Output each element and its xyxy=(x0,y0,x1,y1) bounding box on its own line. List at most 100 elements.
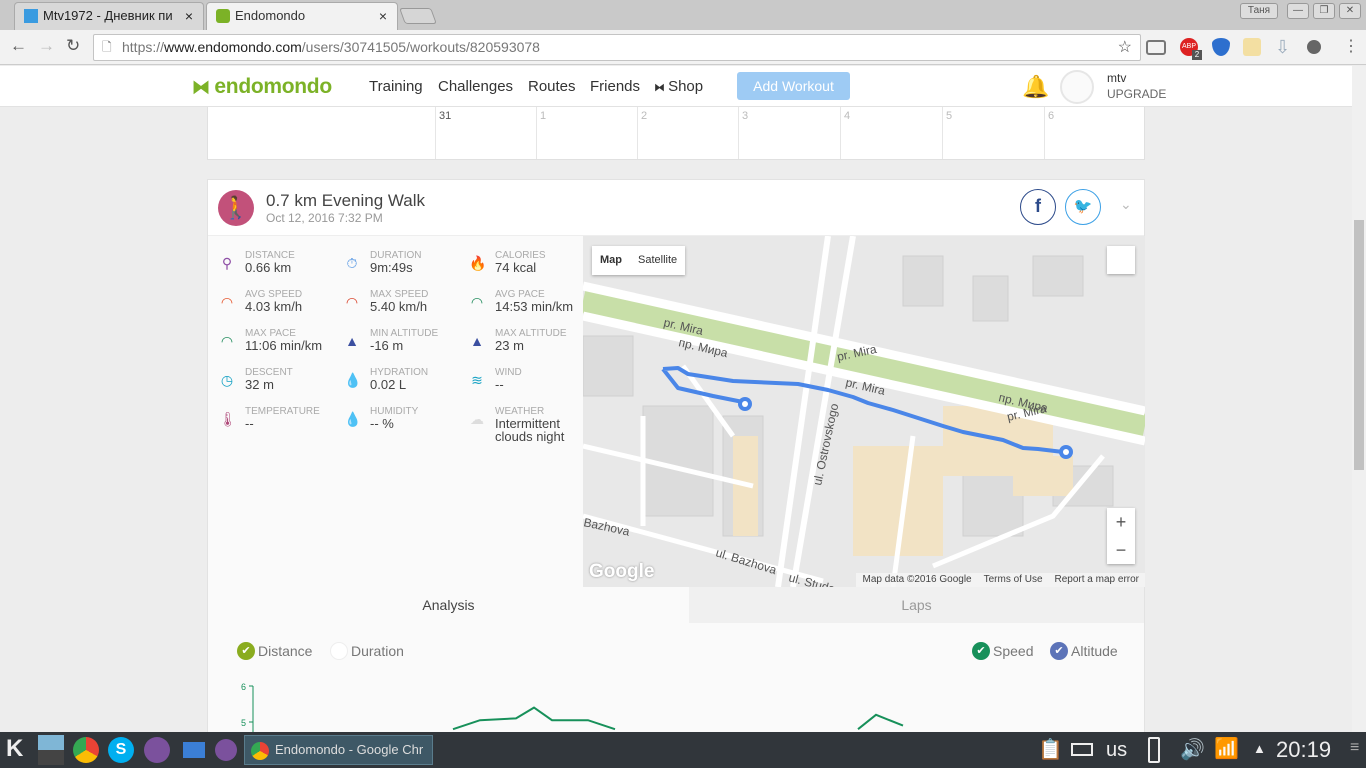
speed-toggle[interactable]: ✔ Speed xyxy=(972,642,1033,660)
altitude-toggle[interactable]: ✔ Altitude xyxy=(1050,642,1118,660)
nav-training[interactable]: Training xyxy=(369,78,423,95)
chevron-down-icon[interactable]: ⌄ xyxy=(1120,196,1132,213)
notifications-bell-icon[interactable]: 🔔 xyxy=(1022,74,1049,100)
x-axis-duration-radio[interactable]: Duration xyxy=(330,642,404,660)
stat-value: -- % xyxy=(370,416,394,431)
desktop-pager-icon[interactable] xyxy=(38,735,64,765)
workout-date: Oct 12, 2016 7:32 PM xyxy=(266,211,383,225)
tab-laps[interactable]: Laps xyxy=(689,587,1144,623)
adblock-icon[interactable]: ABP 2 xyxy=(1180,38,1202,60)
new-tab-button[interactable] xyxy=(399,8,437,24)
map-type-satellite-button[interactable]: Satellite xyxy=(630,246,685,275)
forward-icon[interactable]: → xyxy=(38,36,55,56)
url-scheme: https:// xyxy=(122,39,165,55)
extension-icon[interactable] xyxy=(1243,38,1261,56)
menu-icon[interactable]: ⋮ xyxy=(1342,38,1360,56)
endomondo-logo[interactable]: ⧓ endomondo xyxy=(192,75,332,99)
report-error-link[interactable]: Report a map error xyxy=(1055,573,1139,587)
stat-value: 9m:49s xyxy=(370,260,413,275)
stat-value: 4.03 km/h xyxy=(245,299,303,314)
reload-icon[interactable]: ↻ xyxy=(66,36,80,56)
workout-header: 🚶 0.7 km Evening Walk Oct 12, 2016 7:32 … xyxy=(208,180,1144,236)
calendar-day[interactable]: 6 xyxy=(1044,107,1145,159)
map-canvas[interactable]: pr. Mira пр. Мира pr. Mira pr. Mira пр. … xyxy=(583,236,1145,587)
nav-shop-label: Shop xyxy=(668,78,704,95)
taskbar-window-chrome[interactable]: Endomondo - Google Chr xyxy=(244,735,433,765)
clock[interactable]: 20:19 xyxy=(1276,737,1331,763)
browser-tab-diary[interactable]: Mtv1972 - Дневник пи × xyxy=(14,2,204,30)
tab-analysis[interactable]: Analysis xyxy=(208,587,689,623)
calendar-day[interactable]: 5 xyxy=(942,107,1044,159)
upgrade-link[interactable]: UPGRADE xyxy=(1107,87,1166,101)
pace-icon: ◠ xyxy=(470,294,484,310)
distance-icon: ⚲ xyxy=(221,255,233,271)
bookmark-star-icon[interactable]: ☆ xyxy=(1118,35,1132,60)
map-type-map-button[interactable]: Map xyxy=(592,246,630,275)
download-icon[interactable]: ⇩ xyxy=(1275,38,1293,56)
wifi-icon[interactable]: 📶 xyxy=(1214,736,1239,761)
calendar-day[interactable]: 3 xyxy=(738,107,840,159)
mail-icon[interactable] xyxy=(183,742,205,758)
nav-friends[interactable]: Friends xyxy=(590,78,640,95)
adblock-badge: 2 xyxy=(1192,50,1202,60)
address-bar[interactable]: 🗋 https://www.endomondo.com/users/307415… xyxy=(93,34,1141,61)
kde-menu-icon[interactable]: K xyxy=(6,735,23,763)
skype-icon[interactable]: S xyxy=(108,737,134,763)
close-tab-icon[interactable]: × xyxy=(379,3,387,29)
nav-routes[interactable]: Routes xyxy=(528,78,576,95)
device-notifier-icon[interactable] xyxy=(1148,737,1160,763)
option-label: Distance xyxy=(258,643,313,659)
viber-icon[interactable] xyxy=(144,737,170,763)
stat-value: 32 m xyxy=(245,377,274,392)
calendar-day[interactable]: 4 xyxy=(840,107,942,159)
endomondo-favicon-icon xyxy=(216,9,230,23)
workout-card: 🚶 0.7 km Evening Walk Oct 12, 2016 7:32 … xyxy=(207,179,1145,740)
battery-icon[interactable] xyxy=(1071,743,1093,756)
terms-link[interactable]: Terms of Use xyxy=(984,573,1043,587)
facebook-share-button[interactable]: f xyxy=(1020,189,1056,225)
stat-value: 11:06 min/km xyxy=(245,338,323,353)
site-header: ⧓ endomondo Training Challenges Routes F… xyxy=(0,66,1352,107)
avatar[interactable] xyxy=(1060,70,1094,104)
route-map[interactable]: pr. Mira пр. Мира pr. Mira pr. Mira пр. … xyxy=(583,236,1145,587)
stat-value: 74 kcal xyxy=(495,260,537,275)
keyboard-layout[interactable]: us xyxy=(1106,739,1127,762)
twitter-share-button[interactable]: 🐦 xyxy=(1065,189,1101,225)
humidity-icon: 💧 xyxy=(344,411,362,427)
add-workout-button[interactable]: Add Workout xyxy=(737,72,850,100)
calendar-day[interactable]: 2 xyxy=(637,107,739,159)
volume-icon[interactable]: 🔊 xyxy=(1180,737,1205,762)
scrollbar-thumb[interactable] xyxy=(1354,220,1364,470)
username[interactable]: mtv xyxy=(1107,71,1126,85)
close-tab-icon[interactable]: × xyxy=(185,3,193,29)
y-tick-label: 5 xyxy=(241,718,246,728)
calendar-day[interactable]: 1 xyxy=(536,107,638,159)
viber-icon[interactable] xyxy=(215,739,237,761)
cast-icon[interactable] xyxy=(1146,40,1166,55)
stat-value: 0.66 km xyxy=(245,260,292,275)
minimize-button[interactable]: — xyxy=(1287,3,1309,19)
logo-text: endomondo xyxy=(214,75,332,98)
back-icon[interactable]: ← xyxy=(10,36,27,56)
google-logo[interactable]: Google xyxy=(589,561,654,583)
nav-challenges[interactable]: Challenges xyxy=(438,78,513,95)
tray-expand-icon[interactable]: ▲ xyxy=(1253,741,1266,756)
nav-shop[interactable]: ⧓ Shop xyxy=(654,78,703,95)
chrome-icon[interactable] xyxy=(73,737,99,763)
close-window-button[interactable]: ✕ xyxy=(1339,3,1361,19)
panel-menu-icon[interactable]: ≡ xyxy=(1350,739,1359,757)
browser-tab-endomondo[interactable]: Endomondo × xyxy=(206,2,398,30)
download-helper-icon[interactable] xyxy=(1212,38,1230,56)
site-favicon-icon xyxy=(24,9,38,23)
zoom-out-button[interactable]: − xyxy=(1107,536,1135,564)
extension2-icon[interactable] xyxy=(1307,40,1321,54)
stat-value: Intermittent clouds night xyxy=(495,416,565,444)
x-axis-distance-radio[interactable]: ✔ Distance xyxy=(237,642,312,660)
calendar-day[interactable]: 31 xyxy=(435,107,537,159)
under-armour-icon: ⧓ xyxy=(654,82,669,94)
restore-button[interactable]: ❐ xyxy=(1313,3,1335,19)
profile-button[interactable]: Таня xyxy=(1240,3,1278,19)
clipboard-icon[interactable]: 📋 xyxy=(1038,737,1063,762)
fullscreen-button[interactable] xyxy=(1107,246,1135,274)
zoom-in-button[interactable]: + xyxy=(1107,508,1135,536)
